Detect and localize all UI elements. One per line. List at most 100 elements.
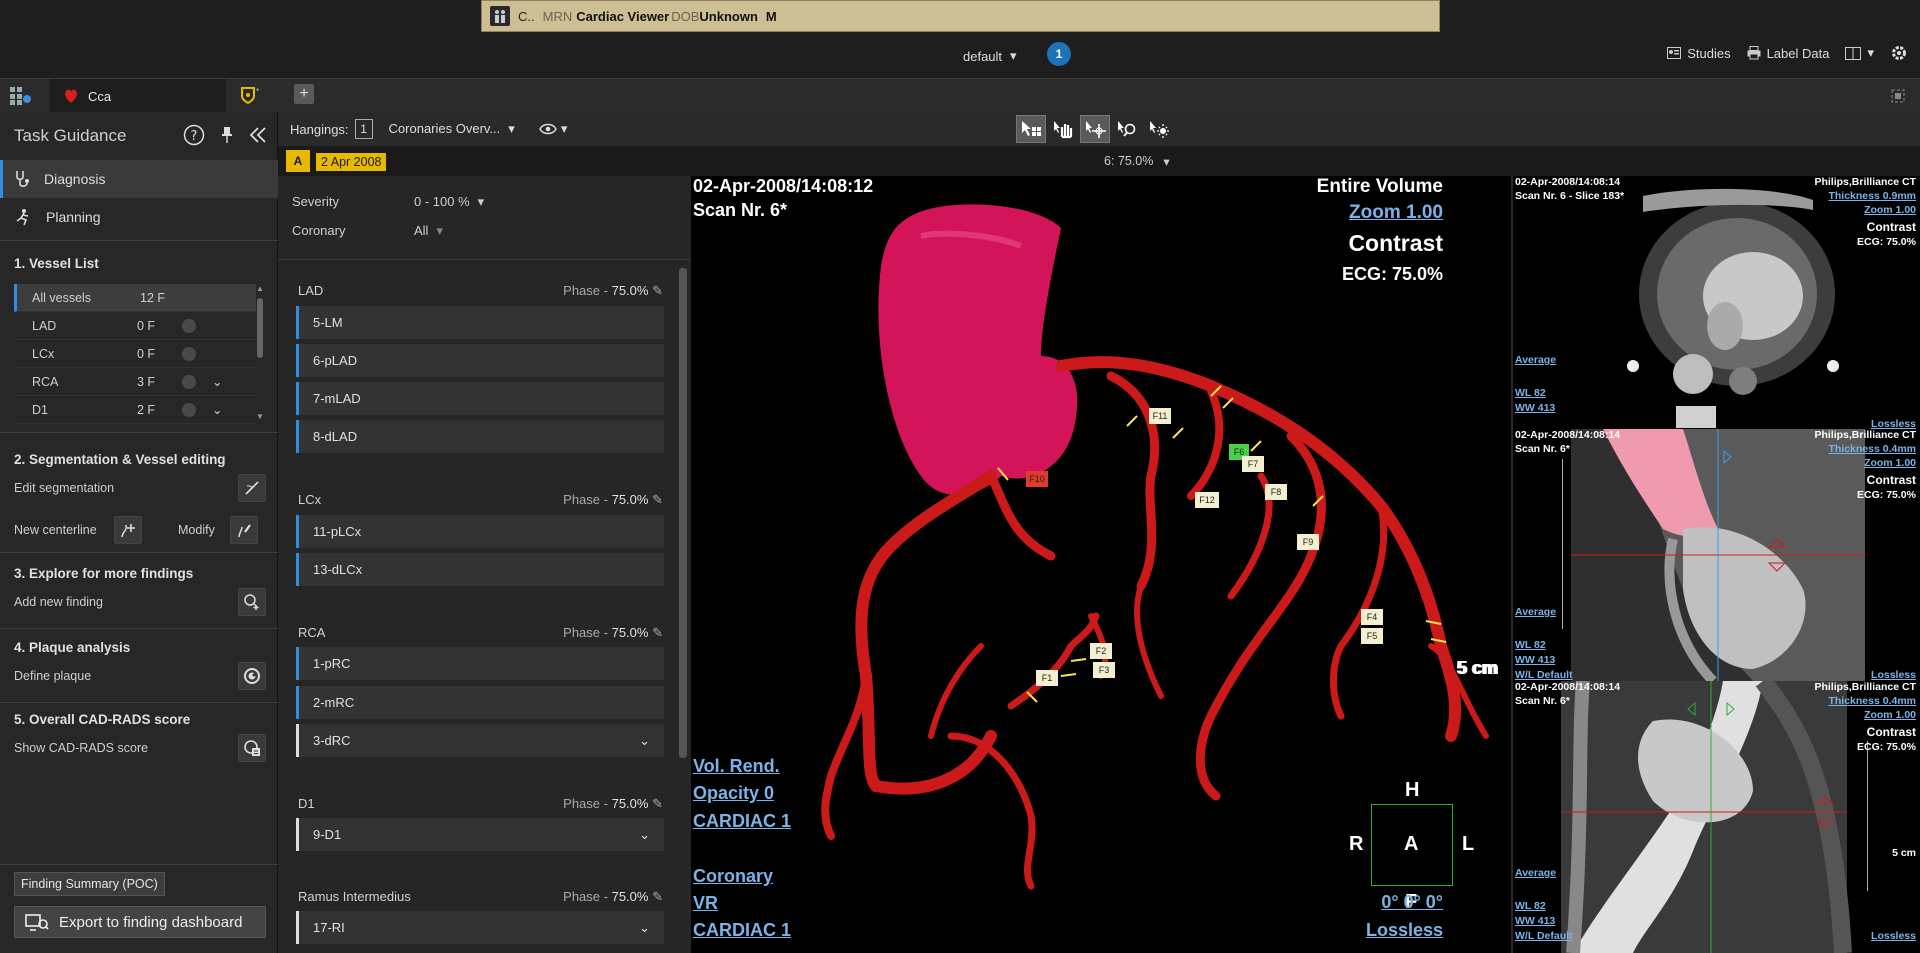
segment-item[interactable]: 7-mLAD [296, 382, 664, 415]
segment-item[interactable]: 1-pRC [296, 647, 664, 680]
view-wl-link[interactable]: WL 82 [1515, 900, 1546, 912]
chevron-down-icon[interactable]: ⌄ [639, 733, 650, 749]
view-wl-link[interactable]: WL 82 [1515, 639, 1546, 651]
finding-label[interactable]: F5 [1361, 628, 1383, 644]
view-average-link[interactable]: Average [1515, 354, 1556, 366]
preset-link[interactable]: CARDIAC 1 [693, 811, 791, 832]
edit-segmentation-button[interactable] [238, 474, 266, 502]
finding-label[interactable]: F11 [1149, 408, 1171, 424]
finding-label[interactable]: F2 [1090, 643, 1112, 659]
view-wl-link[interactable]: WL 82 [1515, 387, 1546, 399]
view-wl-default-link[interactable]: W/L Default [1515, 669, 1573, 681]
patient-banner[interactable]: C.. MRN Cardiac Viewer DOB Unknown M [481, 0, 1440, 32]
tab-cca[interactable]: Cca [50, 79, 226, 113]
finding-label[interactable]: F4 [1361, 609, 1383, 625]
chevron-down-icon[interactable]: ⌄ [212, 374, 222, 389]
opacity-link[interactable]: Opacity 0 [693, 783, 774, 804]
finding-label[interactable]: F9 [1297, 534, 1319, 550]
segment-item[interactable]: 5-LM [296, 306, 664, 339]
study-date-chip[interactable]: 2 Apr 2008 [316, 153, 387, 171]
maximize-button[interactable] [1886, 79, 1910, 113]
view-ww-link[interactable]: WW 413 [1515, 915, 1555, 927]
view-zoom-link[interactable]: Zoom 1.00 [1864, 457, 1916, 469]
segment-item[interactable]: 8-dLAD [296, 420, 664, 453]
panel-toggle-button[interactable]: ▾ [1845, 45, 1874, 61]
protocol-selector[interactable]: Coronaries Overv... ▾ [389, 121, 515, 137]
vessel-row-d1[interactable]: D1 2 F ⌄ [14, 396, 256, 424]
view-quality-link[interactable]: Lossless [1871, 930, 1916, 942]
vessel-row-all[interactable]: All vessels 12 F [14, 284, 256, 312]
pencil-icon[interactable]: ✎ [652, 625, 663, 640]
tab-shield[interactable]: * [240, 79, 280, 113]
finding-label[interactable]: F8 [1265, 484, 1287, 500]
segment-item[interactable]: 3-dRC ⌄ [296, 724, 664, 757]
nav-diagnosis[interactable]: Diagnosis [0, 160, 278, 198]
tool-window-level[interactable] [1144, 115, 1174, 143]
view-zoom-link[interactable]: Zoom 1.00 [1864, 709, 1916, 721]
hangings-count[interactable]: 1 [354, 119, 373, 139]
pencil-icon[interactable]: ✎ [652, 889, 663, 904]
segments-scrollbar[interactable] [679, 268, 687, 758]
segment-item[interactable]: 2-mRC [296, 686, 664, 719]
vr-zoom-link[interactable]: Zoom 1.00 [1349, 202, 1443, 224]
finding-label[interactable]: F10 [1026, 471, 1048, 487]
vessel-row-lad[interactable]: LAD 0 F [14, 312, 256, 340]
segment-item[interactable]: 11-pLCx [296, 515, 664, 548]
finding-label[interactable]: F3 [1093, 662, 1115, 678]
segment-item[interactable]: 17-RI ⌄ [296, 911, 664, 944]
new-centerline-button[interactable] [114, 516, 142, 544]
finding-label[interactable]: F7 [1242, 456, 1264, 472]
modify-button[interactable] [230, 516, 258, 544]
view-average-link[interactable]: Average [1515, 606, 1556, 618]
tool-pan[interactable] [1048, 115, 1078, 143]
view-quality-link[interactable]: Lossless [1871, 669, 1916, 681]
chevron-down-icon[interactable]: ⌄ [639, 920, 650, 936]
segment-item[interactable]: 9-D1 ⌄ [296, 818, 664, 851]
view-thickness-link[interactable]: Thickness 0.4mm [1828, 443, 1916, 455]
annotation-badge[interactable]: A [286, 150, 310, 172]
view-wl-default-link[interactable]: W/L Default [1515, 930, 1573, 942]
add-finding-button[interactable] [238, 588, 266, 616]
phase-selector[interactable]: 6: 75.0% ▾ [1104, 154, 1170, 169]
visibility-toggle[interactable]: ▾ [539, 121, 567, 137]
vessel-list-scrollbar[interactable]: ▲ ▼ [256, 284, 264, 424]
chevron-down-icon[interactable]: ⌄ [639, 827, 650, 843]
render-mode-link[interactable]: Vol. Rend. [693, 756, 780, 777]
layout-selector[interactable]: default ▾ [963, 48, 1017, 64]
severity-dropdown[interactable]: 0 - 100 % ▾ [414, 194, 484, 210]
mpr-view-2[interactable]: 5 cm 02-Apr-2008/14:08:14 Scan Nr. 6* Ph… [1511, 681, 1920, 953]
quality-link[interactable]: Lossless [1366, 920, 1443, 941]
finding-summary-button[interactable]: Finding Summary (POC) [14, 872, 165, 896]
settings-button[interactable] [1890, 44, 1908, 62]
axial-view[interactable]: 02-Apr-2008/14:08:14 Scan Nr. 6 - Slice … [1511, 176, 1920, 430]
notification-badge[interactable]: 1 [1047, 42, 1071, 66]
pencil-icon[interactable]: ✎ [652, 492, 663, 507]
finding-label[interactable]: F1 [1036, 670, 1058, 686]
define-plaque-button[interactable] [238, 662, 266, 690]
view-zoom-link[interactable]: Zoom 1.00 [1864, 204, 1916, 216]
export-dashboard-button[interactable]: Export to finding dashboard [14, 906, 266, 938]
tool-move[interactable] [1080, 115, 1110, 143]
preset-link-2[interactable]: CARDIAC 1 [693, 920, 791, 941]
coronary-dropdown[interactable]: All ▾ [414, 223, 443, 239]
collapse-icon[interactable] [249, 127, 267, 143]
pin-icon[interactable] [221, 126, 233, 144]
view-thickness-link[interactable]: Thickness 0.9mm [1828, 190, 1916, 202]
volume-render-view[interactable]: F11 F6 F7 F10 F12 F8 F9 F4 F5 F2 F1 F3 0… [691, 176, 1511, 953]
vessel-row-rca[interactable]: RCA 3 F ⌄ [14, 368, 256, 396]
pencil-icon[interactable]: ✎ [652, 796, 663, 811]
view-thickness-link[interactable]: Thickness 0.4mm [1828, 695, 1916, 707]
mpr-view-1[interactable]: 02-Apr-2008/14:08:14 Scan Nr. 6* Philips… [1511, 429, 1920, 681]
nav-planning[interactable]: Planning [0, 198, 278, 236]
view-average-link[interactable]: Average [1515, 867, 1556, 879]
tool-select-view[interactable] [1016, 115, 1046, 143]
chevron-down-icon[interactable]: ⌄ [212, 402, 222, 417]
view-ww-link[interactable]: WW 413 [1515, 402, 1555, 414]
show-cadrads-button[interactable] [238, 734, 266, 762]
help-icon[interactable]: ? [183, 124, 205, 146]
pencil-icon[interactable]: ✎ [652, 283, 663, 298]
rotation-angles-link[interactable]: 0° 0° 0° [1381, 892, 1443, 913]
vessel-row-lcx[interactable]: LCx 0 F [14, 340, 256, 368]
finding-label[interactable]: F12 [1195, 492, 1219, 508]
app-grid-button[interactable] [10, 79, 40, 113]
